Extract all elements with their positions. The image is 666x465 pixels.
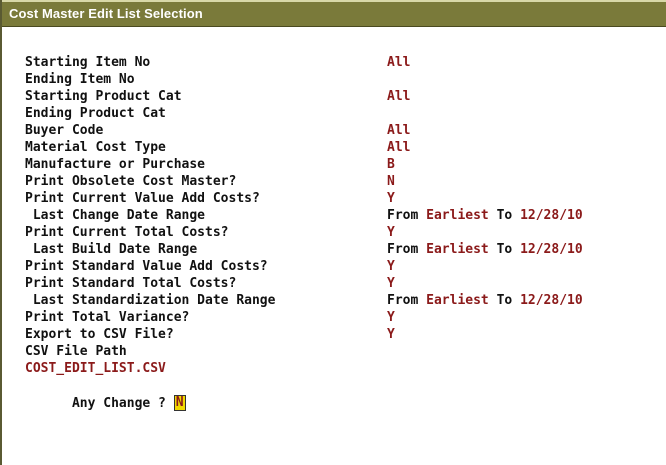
field-label: Starting Item No xyxy=(25,55,151,70)
field-label: Print Current Total Costs? xyxy=(25,225,229,240)
from-label: From xyxy=(387,293,419,308)
field-label: Print Total Variance? xyxy=(25,310,190,325)
field-last-standardization-date-range[interactable]: Last Standardization Date Range From Ear… xyxy=(25,292,583,310)
to-value[interactable]: 12/28/10 xyxy=(520,242,583,257)
from-value[interactable]: Earliest xyxy=(426,208,489,223)
field-starting-item-no[interactable]: Starting Item No All xyxy=(25,54,410,72)
field-label: Buyer Code xyxy=(25,123,104,138)
from-value[interactable]: Earliest xyxy=(426,293,489,308)
selection-form: Starting Item No All Ending Item No Star… xyxy=(2,27,666,465)
any-change-prompt[interactable]: Any Change ? N xyxy=(25,377,186,411)
from-label: From xyxy=(387,208,419,223)
field-material-cost-type[interactable]: Material Cost Type All xyxy=(25,139,410,157)
date-range[interactable]: From Earliest To 12/28/10 xyxy=(387,207,583,225)
field-last-change-date-range[interactable]: Last Change Date Range From Earliest To … xyxy=(25,207,583,225)
field-csv-file-path-label: CSV File Path xyxy=(25,343,127,361)
field-label: Last Standardization Date Range xyxy=(25,293,276,308)
field-label: Material Cost Type xyxy=(25,140,166,155)
csv-file-path-value[interactable]: COST_EDIT_LIST.CSV xyxy=(25,360,166,378)
field-value[interactable]: Y xyxy=(387,309,395,327)
field-value[interactable]: Y xyxy=(387,275,395,293)
field-ending-product-cat[interactable]: Ending Product Cat xyxy=(25,105,166,123)
to-label: To xyxy=(496,293,513,308)
field-label: Print Standard Total Costs? xyxy=(25,276,237,291)
from-value[interactable]: Earliest xyxy=(426,242,489,257)
from-label: From xyxy=(387,242,419,257)
field-value[interactable]: Y xyxy=(387,326,395,344)
field-value[interactable]: Y xyxy=(387,224,395,242)
field-value[interactable]: All xyxy=(387,54,410,72)
field-label: Ending Item No xyxy=(25,72,135,87)
field-print-current-value-add-costs[interactable]: Print Current Value Add Costs? Y xyxy=(25,190,395,208)
field-print-current-total-costs[interactable]: Print Current Total Costs? Y xyxy=(25,224,395,242)
field-last-build-date-range[interactable]: Last Build Date Range From Earliest To 1… xyxy=(25,241,583,259)
field-print-total-variance[interactable]: Print Total Variance? Y xyxy=(25,309,395,327)
field-export-to-csv-file[interactable]: Export to CSV File? Y xyxy=(25,326,395,344)
prompt-label: Any Change ? xyxy=(71,396,174,411)
field-value[interactable]: All xyxy=(387,88,410,106)
field-csv-file-path-value[interactable]: COST_EDIT_LIST.CSV xyxy=(25,360,166,378)
field-value[interactable]: Y xyxy=(387,190,395,208)
field-label: Last Change Date Range xyxy=(25,208,206,223)
field-value[interactable]: All xyxy=(387,122,410,140)
field-print-obsolete-cost-master[interactable]: Print Obsolete Cost Master? N xyxy=(25,173,395,191)
field-manufacture-or-purchase[interactable]: Manufacture or Purchase B xyxy=(25,156,395,174)
field-value[interactable]: N xyxy=(387,173,395,191)
field-label: Manufacture or Purchase xyxy=(25,157,206,172)
field-label: Last Build Date Range xyxy=(25,242,198,257)
prompt-input-cursor[interactable]: N xyxy=(173,395,186,411)
date-range[interactable]: From Earliest To 12/28/10 xyxy=(387,241,583,259)
to-value[interactable]: 12/28/10 xyxy=(520,293,583,308)
field-label: Print Standard Value Add Costs? xyxy=(25,259,268,274)
window-title: Cost Master Edit List Selection xyxy=(9,6,203,21)
cost-master-edit-list-window: Cost Master Edit List Selection Starting… xyxy=(0,0,666,465)
field-starting-product-cat[interactable]: Starting Product Cat All xyxy=(25,88,410,106)
date-range[interactable]: From Earliest To 12/28/10 xyxy=(387,292,583,310)
title-bar: Cost Master Edit List Selection xyxy=(2,0,666,27)
field-label: Ending Product Cat xyxy=(25,106,166,121)
field-label: Starting Product Cat xyxy=(25,89,182,104)
field-ending-item-no[interactable]: Ending Item No xyxy=(25,71,135,89)
field-label: Print Current Value Add Costs? xyxy=(25,191,260,206)
field-value[interactable]: Y xyxy=(387,258,395,276)
field-buyer-code[interactable]: Buyer Code All xyxy=(25,122,410,140)
to-label: To xyxy=(496,242,513,257)
to-label: To xyxy=(496,208,513,223)
field-value[interactable]: All xyxy=(387,139,410,157)
field-print-standard-total-costs[interactable]: Print Standard Total Costs? Y xyxy=(25,275,395,293)
field-label: Print Obsolete Cost Master? xyxy=(25,174,237,189)
field-label: Export to CSV File? xyxy=(25,327,174,342)
field-value[interactable]: B xyxy=(387,156,395,174)
to-value[interactable]: 12/28/10 xyxy=(520,208,583,223)
field-label: CSV File Path xyxy=(25,344,127,359)
field-print-standard-value-add-costs[interactable]: Print Standard Value Add Costs? Y xyxy=(25,258,395,276)
